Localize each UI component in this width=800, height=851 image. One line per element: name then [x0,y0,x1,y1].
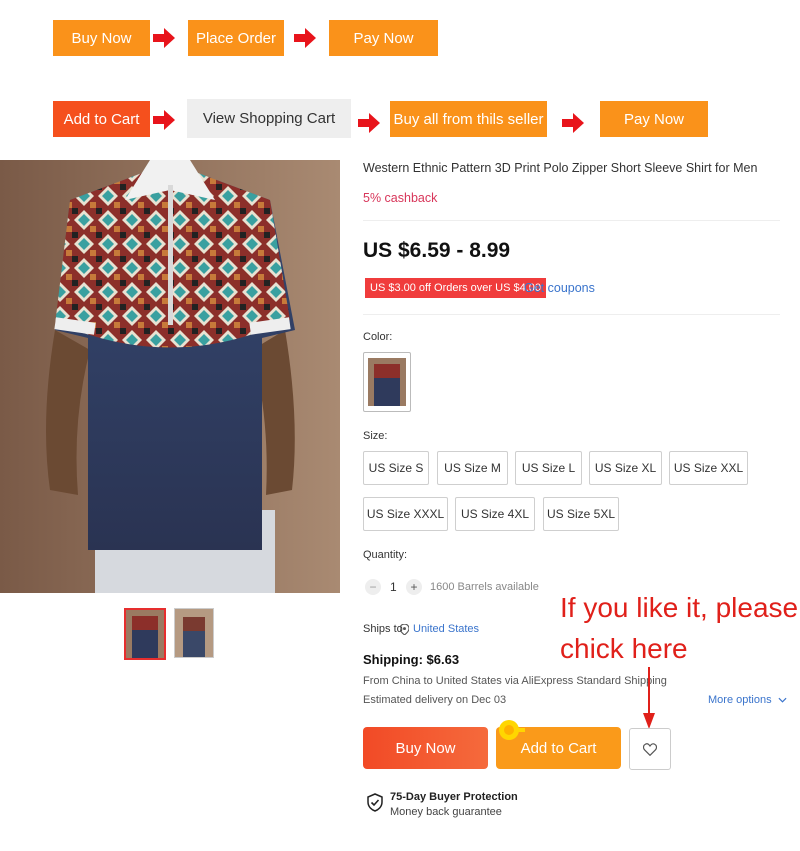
more-options-label: More options [708,694,772,706]
red-right-arrow-icon [294,28,316,48]
size-option-5xl[interactable]: US Size 5XL [543,497,619,531]
red-right-arrow-icon [358,113,380,133]
flow-place-order-button[interactable]: Place Order [188,20,284,56]
flow-pay-now-button-2[interactable]: Pay Now [600,101,708,137]
availability-text: 1600 Barrels available [430,581,539,593]
add-to-cart-label: Add to Cart [520,739,597,757]
red-right-arrow-icon [562,113,584,133]
more-options-link[interactable]: More options [708,694,787,706]
wishlist-button[interactable] [629,728,671,770]
quantity-value[interactable]: 1 [390,580,397,594]
buyer-protection-title: 75-Day Buyer Protection [390,791,518,803]
red-right-arrow-icon [153,110,175,130]
quantity-decrease-button[interactable]: − [365,579,381,595]
size-option-s[interactable]: US Size S [363,451,429,485]
annotation-arrow-icon [643,667,655,729]
buyer-protection-subtitle: Money back guarantee [390,806,502,818]
flow-buy-now-button[interactable]: Buy Now [53,20,150,56]
size-option-xxxl[interactable]: US Size XXXL [363,497,448,531]
shield-check-icon [367,793,383,812]
divider [363,314,780,315]
product-main-image[interactable] [0,160,340,593]
product-title: Western Ethnic Pattern 3D Print Polo Zip… [363,161,758,175]
size-label: Size: [363,430,388,442]
annotation-line-2: chick here [560,633,688,664]
get-coupons-link[interactable]: Get coupons [524,281,595,295]
heart-icon [643,742,657,756]
ships-to-label: Ships to [363,623,403,635]
flow-buy-all-button[interactable]: Buy all from thils seller [390,101,547,137]
cashback-text: 5% cashback [363,191,438,205]
shipping-detail: From China to United States via AliExpre… [363,675,667,687]
color-swatch[interactable] [363,352,411,412]
coupon-badge: US $3.00 off Orders over US $4.00 [365,278,546,298]
thumbnail-1[interactable] [124,608,166,660]
buy-now-button[interactable]: Buy Now [363,727,488,769]
size-option-xxl[interactable]: US Size XXL [669,451,748,485]
chevron-down-icon [778,697,787,703]
annotation-line-1: If you like it, please [560,592,799,623]
price: US $6.59 - 8.99 [363,239,511,262]
cursor-highlight-icon [499,720,525,740]
divider [363,220,780,221]
shipping-price: Shipping: $6.63 [363,652,460,667]
size-option-l[interactable]: US Size L [515,451,582,485]
color-label: Color: [363,331,393,343]
flow-pay-now-button[interactable]: Pay Now [329,20,438,56]
flow-add-to-cart-button[interactable]: Add to Cart [53,101,150,137]
flow-view-cart-button[interactable]: View Shopping Cart [187,99,351,138]
delivery-estimate: Estimated delivery on Dec 03 [363,694,507,706]
size-option-4xl[interactable]: US Size 4XL [455,497,535,531]
red-right-arrow-icon [153,28,175,48]
quantity-increase-button[interactable]: + [406,579,422,595]
size-option-m[interactable]: US Size M [437,451,508,485]
size-option-xl[interactable]: US Size XL [589,451,662,485]
thumbnail-2[interactable] [174,608,214,658]
location-pin-icon [400,624,409,635]
quantity-label: Quantity: [363,549,408,561]
ships-to-country-link[interactable]: United States [413,623,479,635]
